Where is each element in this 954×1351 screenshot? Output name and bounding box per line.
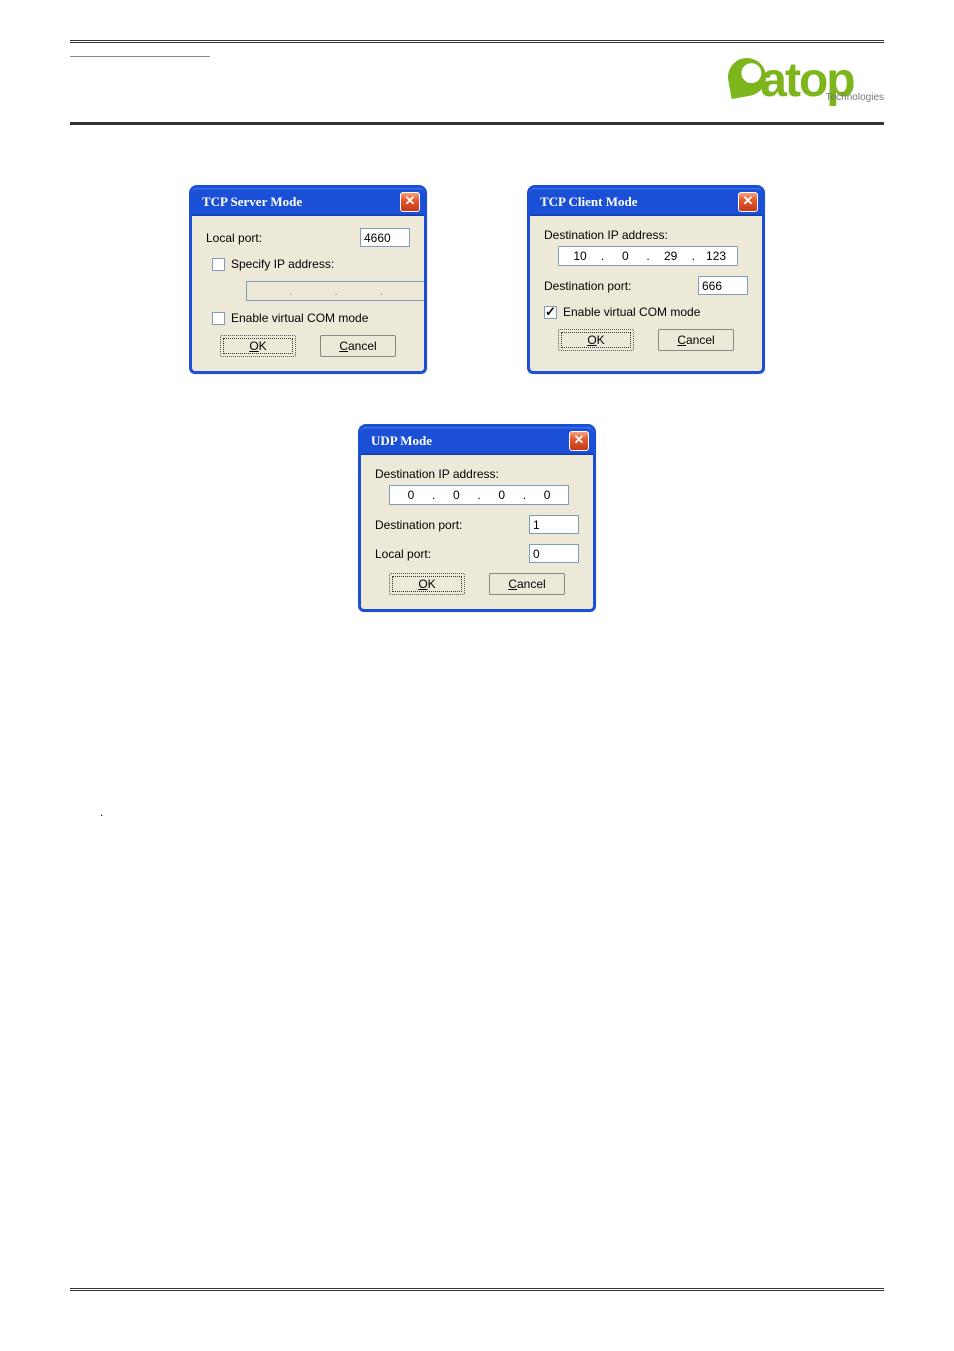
- udp-titlebar: UDP Mode ✕: [361, 427, 593, 455]
- close-icon[interactable]: ✕: [738, 192, 758, 212]
- dest-port-label: Destination port:: [544, 279, 631, 293]
- dest-port-row: Destination port:: [375, 515, 579, 534]
- local-port-label: Local port:: [375, 547, 431, 561]
- tcp-server-titlebar: TCP Server Mode ✕: [192, 188, 424, 216]
- dest-ip-row: Destination IP address: 10. 0. 29. 123: [544, 228, 748, 266]
- udp-body: Destination IP address: 0. 0. 0. 0 Desti…: [361, 455, 593, 609]
- dialog-row-2: UDP Mode ✕ Destination IP address: 0. 0.…: [70, 424, 884, 612]
- ip-octet[interactable]: 0: [604, 249, 646, 263]
- udp-dialog: UDP Mode ✕ Destination IP address: 0. 0.…: [358, 424, 596, 612]
- cancel-button[interactable]: Cancel: [658, 329, 734, 351]
- button-row: OK Cancel: [544, 329, 748, 351]
- dest-port-label: Destination port:: [375, 518, 462, 532]
- stray-dot-text: .: [100, 805, 103, 819]
- page-container: atop Technologies TCP Server Mode ✕ Loca…: [70, 40, 884, 1291]
- specify-ip-row: Specify IP address:: [212, 257, 410, 271]
- tcp-server-title: TCP Server Mode: [202, 194, 302, 210]
- button-row: OK Cancel: [375, 573, 579, 595]
- ok-button[interactable]: OK: [389, 573, 465, 595]
- ip-octet[interactable]: 10: [559, 249, 601, 263]
- dest-port-row: Destination port:: [544, 276, 748, 295]
- tcp-client-dialog: TCP Client Mode ✕ Destination IP address…: [527, 185, 765, 374]
- ok-text: K: [597, 333, 605, 347]
- ip-octet[interactable]: 0: [390, 488, 432, 502]
- ip-octet[interactable]: 29: [650, 249, 692, 263]
- cancel-text: ancel: [517, 577, 546, 591]
- specify-ip-field-row: . . .: [232, 281, 410, 301]
- cancel-text: ancel: [686, 333, 715, 347]
- cancel-button[interactable]: Cancel: [320, 335, 396, 357]
- ip-octet[interactable]: 0: [526, 488, 568, 502]
- vcom-checkbox[interactable]: [212, 312, 225, 325]
- ip-octet[interactable]: 0: [481, 488, 523, 502]
- page-header: atop Technologies: [70, 43, 884, 125]
- tcp-client-title: TCP Client Mode: [540, 194, 638, 210]
- brand-logo: atop Technologies: [728, 53, 884, 108]
- content-area: TCP Server Mode ✕ Local port: Specify IP…: [70, 125, 884, 612]
- tcp-server-body: Local port: Specify IP address: . . .: [192, 216, 424, 371]
- tcp-client-titlebar: TCP Client Mode ✕: [530, 188, 762, 216]
- tcp-server-dialog: TCP Server Mode ✕ Local port: Specify IP…: [189, 185, 427, 374]
- ip-octet[interactable]: 0: [435, 488, 477, 502]
- local-port-input[interactable]: [529, 544, 579, 563]
- button-row: OK Cancel: [206, 335, 410, 357]
- dialog-row-1: TCP Server Mode ✕ Local port: Specify IP…: [70, 185, 884, 374]
- ok-button[interactable]: OK: [558, 329, 634, 351]
- vcom-row: Enable virtual COM mode: [544, 305, 748, 319]
- local-port-row: Local port:: [375, 544, 579, 563]
- dest-ip-label: Destination IP address:: [544, 228, 668, 242]
- local-port-input[interactable]: [360, 228, 410, 247]
- close-icon[interactable]: ✕: [400, 192, 420, 212]
- specify-ip-checkbox[interactable]: [212, 258, 225, 271]
- header-underline: [70, 43, 210, 57]
- specify-ip-label: Specify IP address:: [231, 257, 334, 271]
- dest-ip-input[interactable]: 10. 0. 29. 123: [558, 246, 738, 266]
- dest-port-input[interactable]: [698, 276, 748, 295]
- udp-title: UDP Mode: [371, 433, 432, 449]
- dest-ip-input[interactable]: 0. 0. 0. 0: [389, 485, 569, 505]
- ip-octet[interactable]: 123: [695, 249, 737, 263]
- dest-port-input[interactable]: [529, 515, 579, 534]
- close-icon[interactable]: ✕: [569, 431, 589, 451]
- vcom-row: Enable virtual COM mode: [212, 311, 410, 325]
- vcom-label: Enable virtual COM mode: [563, 305, 700, 319]
- vcom-checkbox[interactable]: [544, 306, 557, 319]
- dest-ip-label: Destination IP address:: [375, 467, 499, 481]
- cancel-text: ancel: [348, 339, 377, 353]
- ip-address-input[interactable]: . . .: [246, 281, 426, 301]
- tcp-client-body: Destination IP address: 10. 0. 29. 123 D…: [530, 216, 762, 365]
- dest-ip-row: Destination IP address: 0. 0. 0. 0: [375, 467, 579, 505]
- ok-button[interactable]: OK: [220, 335, 296, 357]
- ok-text: K: [428, 577, 436, 591]
- ok-text: K: [259, 339, 267, 353]
- cancel-button[interactable]: Cancel: [489, 573, 565, 595]
- local-port-row: Local port:: [206, 228, 410, 247]
- local-port-label: Local port:: [206, 231, 262, 245]
- logo-subtext: Technologies: [826, 92, 884, 103]
- vcom-label: Enable virtual COM mode: [231, 311, 368, 325]
